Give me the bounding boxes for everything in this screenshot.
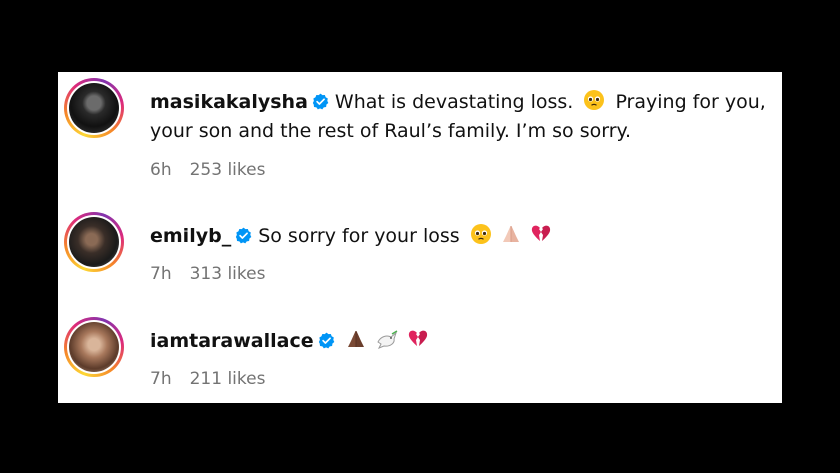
pleading-face-emoji — [470, 224, 491, 244]
comment-likes[interactable]: 253 likes — [190, 160, 266, 180]
comments-panel: masikakalysha What is devastating loss. P… — [58, 72, 782, 403]
comment-meta: 7h 313 likes — [150, 264, 265, 284]
comment-likes[interactable]: 211 likes — [190, 369, 266, 389]
story-ring[interactable] — [64, 78, 124, 138]
broken-heart-emoji — [531, 225, 550, 241]
folded-hands-emoji — [502, 226, 519, 242]
broken-heart-emoji — [408, 330, 427, 346]
avatar[interactable] — [69, 217, 119, 267]
folded-hands-emoji — [347, 331, 364, 347]
comment-username[interactable]: emilyb_ — [150, 225, 231, 247]
comment-body-part-1: What is devastating loss. — [334, 91, 574, 113]
comment-meta: 6h 253 likes — [150, 160, 265, 180]
comment-text: masikakalysha What is devastating loss. P… — [150, 88, 774, 146]
avatar[interactable] — [69, 322, 119, 372]
comment-username[interactable]: iamtarawallace — [150, 330, 314, 352]
comment-time[interactable]: 7h — [150, 264, 172, 284]
story-ring[interactable] — [64, 317, 124, 377]
comment-time[interactable]: 7h — [150, 369, 172, 389]
comment-text: iamtarawallace — [150, 327, 774, 356]
comment-likes[interactable]: 313 likes — [190, 264, 266, 284]
avatar[interactable] — [69, 83, 119, 133]
comment-body: So sorry for your loss — [258, 225, 460, 247]
verified-badge-icon — [236, 227, 252, 244]
dove-emoji — [376, 330, 397, 349]
verified-badge-icon — [318, 332, 334, 349]
comment-text: emilyb_ So sorry for your loss — [150, 222, 774, 251]
comment-meta: 7h 211 likes — [150, 369, 265, 389]
story-ring[interactable] — [64, 212, 124, 272]
verified-badge-icon — [312, 93, 329, 110]
pleading-face-emoji — [584, 90, 605, 110]
comment-username[interactable]: masikakalysha — [150, 91, 308, 113]
comment-time[interactable]: 6h — [150, 160, 172, 180]
